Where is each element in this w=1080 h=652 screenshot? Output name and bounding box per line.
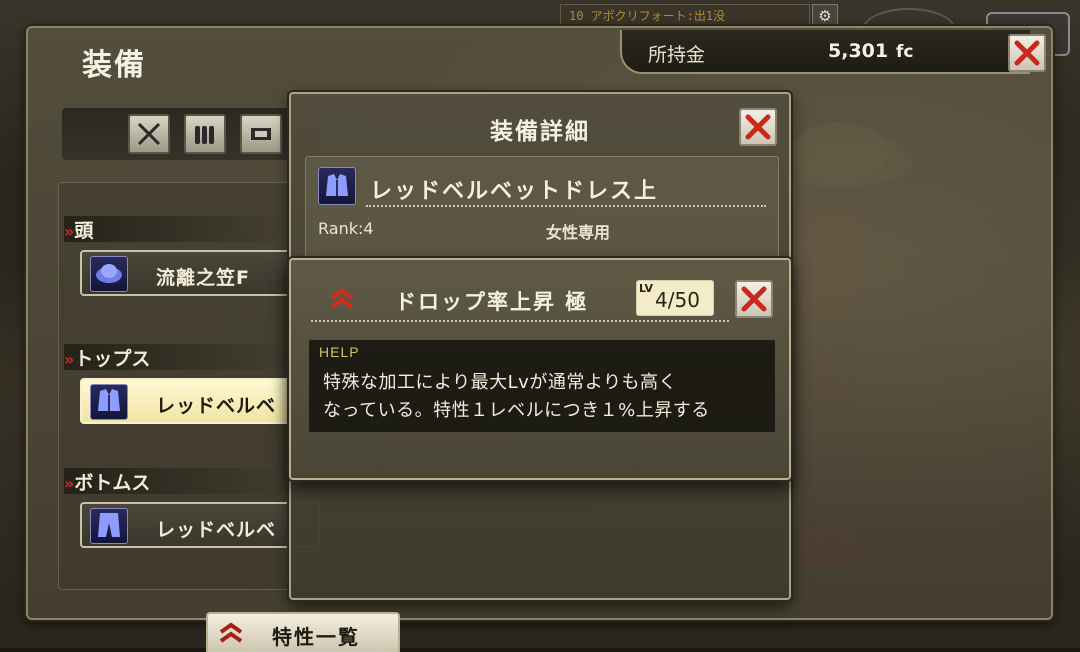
help-box: HELP 特殊な加工により最大Lvが通常よりも高く なっている。特性１レベルにつ… <box>309 340 775 432</box>
item-name: レッドベルベットドレス上 <box>370 179 659 204</box>
chevron-right-icon: » <box>64 350 75 369</box>
slot-item-name: レッドベルベ <box>156 395 277 417</box>
hat-icon <box>90 256 128 292</box>
tab-label: 特性一覧 <box>272 625 360 649</box>
help-label: HELP <box>319 344 360 360</box>
trait-list-tab[interactable]: 特性一覧 <box>206 612 400 652</box>
detail-title: 装備詳細 <box>490 119 590 145</box>
slot-item-name: 流離之笠F <box>156 267 250 289</box>
help-text-line: 特殊な加工により最大Lvが通常よりも高く <box>323 372 677 393</box>
bullets-icon <box>195 126 214 144</box>
money-label: 所持金 <box>648 44 706 66</box>
filter-weapon-button[interactable] <box>128 114 170 154</box>
item-card: レッドベルベットドレス上 Rank:4 女性専用 <box>305 156 779 268</box>
filter-armor-button[interactable] <box>240 114 282 154</box>
trait-name: ドロップ率上昇 極 <box>395 290 589 314</box>
close-window-button[interactable] <box>1008 34 1046 72</box>
sword-icon <box>137 122 161 146</box>
page-title: 装備 <box>82 48 146 83</box>
filter-ammo-button[interactable] <box>184 114 226 154</box>
money-value: 5,301 <box>828 40 889 62</box>
chevron-right-icon: » <box>64 222 75 241</box>
close-trait-button[interactable] <box>735 280 773 318</box>
slot-item-head[interactable]: 流離之笠F <box>80 250 320 296</box>
quest-tracker[interactable]: 10 アポクリフォート:出1没 <box>560 4 810 26</box>
slot-item-name: レッドベルベ <box>156 519 277 541</box>
divider <box>311 320 729 322</box>
slot-item-tops[interactable]: レッドベルベ <box>80 378 320 424</box>
chevron-right-icon: » <box>64 474 75 493</box>
rank-up-chevron-icon <box>219 622 243 643</box>
item-restriction: 女性専用 <box>546 223 611 242</box>
trait-popup: ドロップ率上昇 極 LV 4/50 HELP 特殊な加工により最大Lvが通常より… <box>289 258 791 480</box>
trait-level-badge: LV 4/50 <box>636 280 714 316</box>
close-detail-button[interactable] <box>739 108 777 146</box>
gear-icon[interactable]: ⚙ <box>812 4 838 28</box>
close-icon <box>1014 40 1040 66</box>
armor-plate-icon <box>251 128 271 140</box>
top-icon <box>90 384 128 420</box>
equipment-filter-bar <box>62 108 322 160</box>
level-value: 4/50 <box>655 288 700 312</box>
slot-label-bottoms: » ボトムス <box>64 468 294 494</box>
help-text-line: なっている。特性１レベルにつき１%上昇する <box>323 400 710 421</box>
close-icon <box>745 114 771 140</box>
top-icon <box>318 167 356 205</box>
money-display: 所持金 5,301 fc <box>620 30 1030 74</box>
slot-label-tops: » トップス <box>64 344 294 370</box>
level-prefix: LV <box>639 282 654 295</box>
money-unit: fc <box>896 42 914 62</box>
item-rank: Rank:4 <box>318 219 374 238</box>
slot-label-head: » 頭 <box>64 216 294 242</box>
close-icon <box>741 286 767 312</box>
slot-item-bottoms[interactable]: レッドベルベ <box>80 502 320 548</box>
rank-up-chevron-icon <box>330 288 354 309</box>
pants-icon <box>90 508 128 544</box>
divider <box>366 205 766 207</box>
